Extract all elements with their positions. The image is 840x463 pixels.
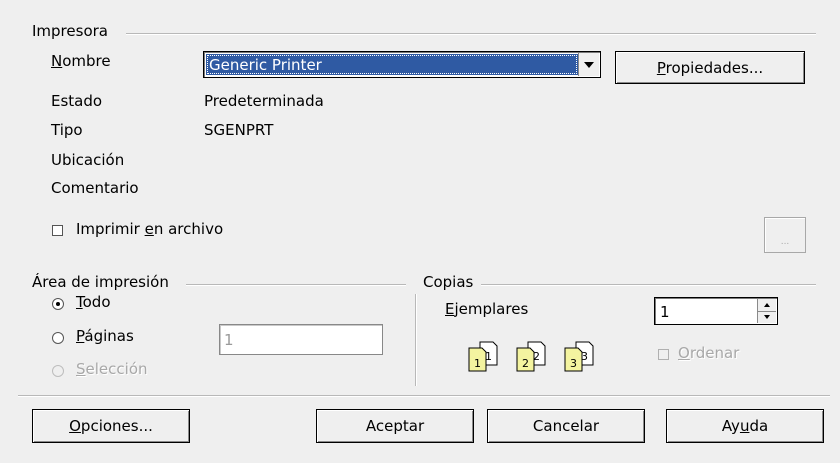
svg-text:2: 2 — [522, 357, 529, 370]
spin-down-icon[interactable] — [758, 311, 776, 323]
print-dialog: Impresora Nombre Generic Printer Propied… — [18, 6, 830, 454]
type-value: SGENPRT — [204, 121, 274, 139]
all-pages-radio[interactable] — [52, 298, 64, 310]
print-to-file-label[interactable]: Imprimir en archivo — [76, 220, 223, 238]
name-label: Nombre — [51, 52, 111, 70]
print-area-group-title: Área de impresión — [32, 273, 169, 291]
location-label: Ubicación — [51, 151, 125, 169]
properties-button[interactable]: Propiedades... — [615, 51, 805, 84]
copies-count-value: 1 — [660, 303, 670, 321]
copies-group-title: Copias — [423, 273, 474, 291]
status-value: Predeterminada — [204, 92, 324, 110]
selection-label: Selección — [76, 360, 148, 378]
browse-button[interactable]: ... — [764, 217, 806, 253]
pages-label[interactable]: Páginas — [76, 327, 134, 345]
bottom-separator — [18, 395, 830, 397]
chevron-down-icon[interactable] — [578, 53, 599, 76]
collate-pages-icon: 1 1 2 2 3 3 — [468, 341, 594, 372]
copies-group-rule — [481, 284, 816, 286]
print-to-file-checkbox[interactable] — [52, 225, 63, 236]
printer-group-rule — [126, 33, 816, 35]
comment-label: Comentario — [51, 179, 139, 197]
all-pages-label[interactable]: Todo — [76, 293, 111, 311]
spin-buttons — [757, 299, 776, 323]
printer-name-value: Generic Printer — [206, 54, 578, 75]
svg-text:1: 1 — [474, 357, 481, 370]
collate-checkbox[interactable] — [658, 349, 669, 360]
printer-group-title: Impresora — [32, 22, 108, 40]
help-button[interactable]: Ayuda — [666, 409, 824, 443]
print-area-group-rule — [186, 284, 406, 286]
selection-radio[interactable] — [52, 365, 64, 377]
copies-count-label: Ejemplares — [445, 300, 529, 318]
pages-radio[interactable] — [52, 332, 64, 344]
status-label: Estado — [51, 92, 103, 110]
svg-text:3: 3 — [570, 357, 577, 370]
printer-name-combo[interactable]: Generic Printer — [203, 51, 601, 78]
copies-count-spinner[interactable]: 1 — [654, 297, 778, 325]
copies-separator — [415, 294, 417, 386]
options-button[interactable]: Opciones... — [32, 409, 190, 443]
type-label: Tipo — [51, 121, 83, 139]
cancel-button[interactable]: Cancelar — [487, 409, 645, 443]
pages-input[interactable]: 1 — [219, 324, 383, 355]
ok-button[interactable]: Aceptar — [316, 409, 474, 443]
collate-label: Ordenar — [678, 344, 740, 362]
